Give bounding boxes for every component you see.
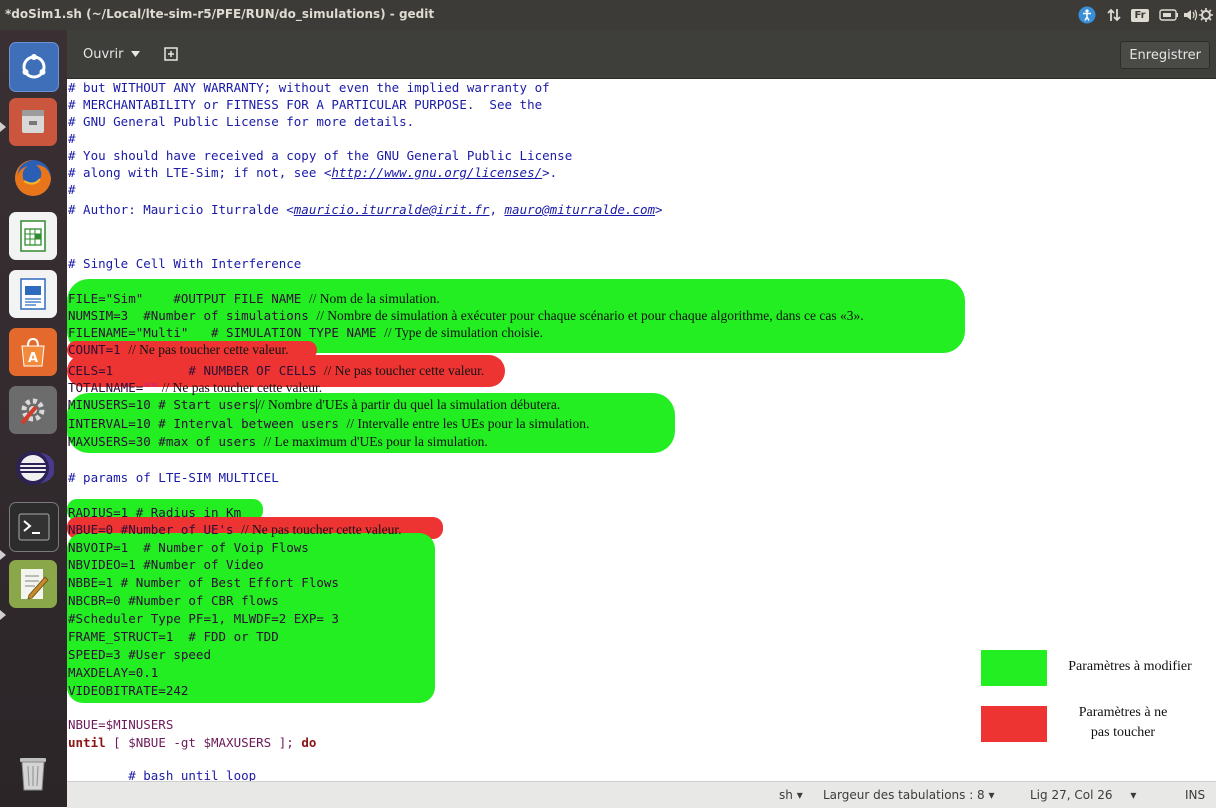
launcher: A [0,30,67,807]
legend-swatch-modify [981,650,1047,686]
tab-width-selector[interactable]: Largeur des tabulations : 8 ▾ [823,788,995,802]
code-line: RADIUS=1 # Radius in Km [68,505,242,520]
annotation: // Ne pas toucher cette valeur. [158,380,323,395]
annotation: // Ne pas toucher cette valeur. [128,342,289,357]
svg-text:A: A [28,351,38,366]
running-indicator [0,122,6,132]
annotation: // Intervalle entre les UEs pour la simu… [346,416,590,431]
legend-swatch-keep [981,706,1047,742]
code-line: NBCBR=0 #Number of CBR flows [68,593,279,608]
legend-label-keep: Paramètres à ne pas toucher [1078,705,1168,740]
code-line: # MERCHANTABILITY or FITNESS FOR A PARTI… [68,97,543,112]
annotation: // Type de simulation choisie. [384,325,543,340]
top-panel: *doSim1.sh (~/Local/lte-sim-r5/PFE/RUN/d… [0,0,1216,30]
power-gear-icon[interactable] [1196,4,1216,26]
code-line: # Author: Mauricio Iturralde <mauricio.i… [68,202,663,217]
annotation: // Ne pas toucher cette valeur. [323,363,485,378]
new-document-button[interactable] [158,41,184,67]
annotation: // Ne pas toucher cette valeur. [241,522,402,537]
chevron-down-icon [131,51,141,57]
software-center-icon[interactable]: A [9,328,57,376]
network-icon[interactable] [1104,4,1124,26]
firefox-icon[interactable] [9,154,57,202]
open-button-label: Ouvrir [83,46,124,62]
code-line: NBUE=0 #Number of UE's // Ne pas toucher… [68,522,402,537]
eclipse-icon[interactable] [9,444,57,492]
code-line: # params of LTE-SIM MULTICEL [68,470,279,485]
editor-text-area[interactable]: # but WITHOUT ANY WARRANTY; without even… [67,79,1216,781]
files-icon[interactable] [9,98,57,146]
terminal-icon[interactable] [9,502,59,552]
code-line: NBVIDEO=1 #Number of Video [68,557,264,572]
code-line: # You should have received a copy of the… [68,148,573,163]
code-line: # bash until loop [68,768,257,781]
save-button[interactable]: Enregistrer [1120,41,1210,69]
code-line: # along with LTE-Sim; if not, see <http:… [68,165,558,180]
email-link[interactable]: mauricio.iturralde@irit.fr [294,202,490,217]
code-line: # [68,131,76,146]
code-line: # Single Cell With Interference [68,256,302,271]
code-line: FILENAME="Multi" # SIMULATION TYPE NAME … [68,325,543,340]
running-indicator [0,550,6,560]
code-line: SPEED=3 #User speed [68,647,211,662]
system-settings-icon[interactable] [9,386,57,434]
code-line: FRAME_STRUCT=1 # FDD or TDD [68,629,279,644]
keyboard-layout-icon[interactable]: Fr [1130,4,1150,26]
code-line: MINUSERS=10 # Start users// Nombre d'UEs… [68,397,561,413]
new-tab-icon [164,47,178,61]
libreoffice-calc-icon[interactable] [9,212,57,260]
code-line: NUMSIM=3 #Number of simulations // Nombr… [68,308,864,323]
language-selector[interactable]: sh ▾ [779,788,803,802]
ubuntu-logo-icon[interactable] [9,42,59,92]
code-line: # GNU General Public License for more de… [68,114,415,129]
code-line: COUNT=1 // Ne pas toucher cette valeur. [68,342,289,357]
chevron-down-icon: ▾ [988,788,995,802]
keyboard-layout-label: Fr [1131,8,1149,22]
code-line: # [68,182,76,197]
cursor-position[interactable]: Lig 27, Col 26 ▾ [1030,788,1136,802]
accessibility-icon[interactable] [1076,4,1098,26]
email-link[interactable]: mauro@miturralde.com [505,202,656,217]
code-line: NBBE=1 # Number of Best Effort Flows [68,575,339,590]
legend-label-modify: Paramètres à modifier [1068,659,1192,674]
open-button[interactable]: Ouvrir [73,41,150,67]
insert-mode: INS [1185,788,1206,802]
code-line: # but WITHOUT ANY WARRANTY; without even… [68,80,550,95]
libreoffice-writer-icon[interactable] [9,270,57,318]
code-line: FILE="Sim" #OUTPUT FILE NAME // Nom de l… [68,291,440,306]
gedit-icon[interactable] [9,560,57,608]
battery-icon[interactable] [1158,4,1180,26]
status-bar: sh ▾ Largeur des tabulations : 8 ▾ Lig 2… [67,781,1216,808]
code-line: TOTALNAME="" // Ne pas toucher cette val… [68,380,323,395]
code-line: NBVOIP=1 # Number of Voip Flows [68,540,309,555]
code-line: until [ $NBUE -gt $MAXUSERS ]; do [68,735,317,750]
code-line: MAXUSERS=30 #max of users // Le maximum … [68,434,488,449]
running-indicator [0,610,6,620]
code-line: VIDEOBITRATE=242 [68,683,189,698]
code-line: #Scheduler Type PF=1, MLWDF=2 EXP= 3 [68,611,339,626]
annotation: // Nombre d'UEs à partir du quel la simu… [257,397,561,412]
chevron-down-icon: ▾ [796,788,803,802]
code-line: MAXDELAY=0.1 [68,665,159,680]
trash-icon[interactable] [9,748,57,796]
code-line: NBUE=$MINUSERS [68,717,174,732]
annotation: // Le maximum d'UEs pour la simulation. [263,434,488,449]
window-title: *doSim1.sh (~/Local/lte-sim-r5/PFE/RUN/d… [5,7,435,21]
code-line: CELS=1 # NUMBER OF CELLS // Ne pas touch… [68,363,485,378]
code-line: INTERVAL=10 # Interval between users // … [68,416,590,431]
annotation: // Nom de la simulation. [308,291,440,306]
chevron-down-icon: ▾ [1130,788,1137,802]
license-link[interactable]: http://www.gnu.org/licenses/ [331,165,542,180]
header-bar: Ouvrir Enregistrer [67,30,1216,79]
annotation: // Nombre de simulation à exécuter pour … [316,308,864,323]
